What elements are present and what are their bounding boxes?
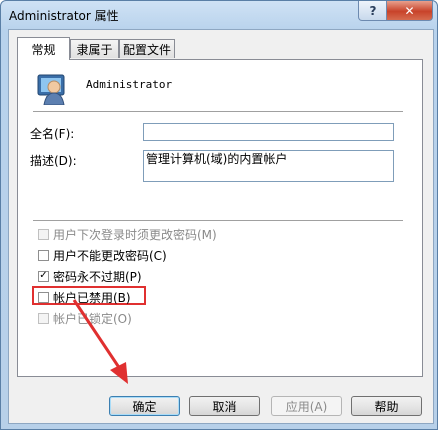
apply-button[interactable]: 应用(A) bbox=[271, 396, 342, 416]
checkbox-box[interactable]: ✓ bbox=[38, 270, 49, 282]
divider bbox=[33, 220, 403, 222]
checkbox-box[interactable] bbox=[38, 249, 49, 261]
divider bbox=[33, 111, 403, 113]
cancel-button[interactable]: 取消 bbox=[189, 396, 260, 416]
check-icon: ✓ bbox=[39, 270, 48, 281]
user-avatar-icon bbox=[37, 74, 65, 105]
tab-profile[interactable]: 配置文件 bbox=[119, 39, 175, 58]
checkbox-label: 帐户已锁定(O) bbox=[53, 311, 132, 326]
window-title: Administrator 属性 bbox=[9, 9, 119, 23]
checkbox-label: 用户不能更改密码(C) bbox=[53, 248, 167, 263]
description-label: 描述(D): bbox=[30, 154, 77, 168]
general-panel: Administrator 全名(F): 描述(D): 管理计算机(域)的内置帐… bbox=[17, 59, 423, 377]
user-name: Administrator bbox=[86, 78, 173, 91]
checkbox-box[interactable] bbox=[38, 291, 49, 303]
checkbox-box[interactable] bbox=[38, 312, 49, 324]
description-input[interactable]: 管理计算机(域)的内置帐户 bbox=[143, 150, 394, 182]
checkbox-label: 密码永不过期(P) bbox=[53, 269, 142, 284]
checkbox-cannot-change-password[interactable]: 用户不能更改密码(C) bbox=[38, 247, 167, 263]
checkbox-box[interactable] bbox=[38, 228, 49, 240]
dialog-client: 常规 隶属于 配置文件 Administrator 全名(F): 描述(D): … bbox=[8, 29, 434, 424]
checkbox-must-change-password[interactable]: 用户下次登录时须更改密码(M) bbox=[38, 226, 217, 242]
checkbox-label: 帐户已禁用(B) bbox=[53, 290, 131, 305]
close-button[interactable]: ✕ bbox=[386, 1, 433, 21]
checkbox-password-never-expires[interactable]: ✓ 密码永不过期(P) bbox=[38, 268, 142, 284]
ok-button[interactable]: 确定 bbox=[109, 396, 180, 416]
help-button[interactable]: 帮助 bbox=[351, 396, 422, 416]
checkbox-account-locked[interactable]: 帐户已锁定(O) bbox=[38, 310, 132, 326]
close-icon: ✕ bbox=[404, 3, 415, 18]
tab-member-of[interactable]: 隶属于 bbox=[70, 39, 119, 58]
checkbox-label: 用户下次登录时须更改密码(M) bbox=[53, 227, 217, 242]
title-bar[interactable]: Administrator 属性 ? ✕ bbox=[1, 1, 437, 29]
tab-general[interactable]: 常规 bbox=[17, 37, 70, 60]
question-icon: ? bbox=[369, 3, 377, 18]
fullname-label: 全名(F): bbox=[30, 127, 75, 141]
properties-window: Administrator 属性 ? ✕ 常规 隶属于 配置文件 Adminis… bbox=[0, 0, 438, 430]
help-title-button[interactable]: ? bbox=[358, 1, 388, 21]
checkbox-account-disabled[interactable]: 帐户已禁用(B) bbox=[38, 289, 131, 305]
fullname-input[interactable] bbox=[143, 123, 394, 141]
